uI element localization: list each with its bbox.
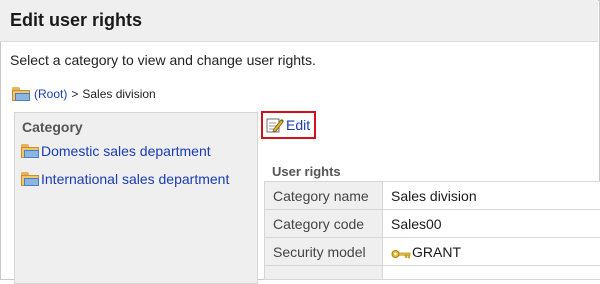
- security-model-value: GRANT: [412, 244, 461, 260]
- row-key: Category code: [265, 210, 383, 238]
- title-bar: Edit user rights: [0, 0, 598, 42]
- category-panel: Category Domestic sales department Inter…: [14, 112, 258, 284]
- edit-pencil-icon: [266, 117, 284, 133]
- row-key: Security model: [265, 238, 383, 266]
- table-row: Security model GRANT: [265, 238, 600, 266]
- folder-icon: [21, 172, 39, 186]
- folder-icon: [12, 87, 30, 101]
- breadcrumb-separator: >: [71, 87, 78, 101]
- edit-button[interactable]: Edit: [261, 111, 316, 139]
- breadcrumb-root-link[interactable]: (Root): [34, 87, 67, 101]
- row-value: Sales00: [383, 210, 600, 238]
- row-key: [265, 266, 383, 280]
- category-heading: Category: [22, 119, 83, 135]
- row-value: [383, 266, 600, 280]
- edit-label[interactable]: Edit: [286, 117, 310, 133]
- table-row: Category name Sales division: [265, 182, 600, 210]
- category-item-international-sales[interactable]: International sales department: [21, 171, 229, 187]
- page-title: Edit user rights: [10, 10, 142, 31]
- table-row: Category code Sales00: [265, 210, 600, 238]
- key-icon: [391, 247, 411, 259]
- user-rights-heading: User rights: [272, 164, 341, 179]
- row-key: Category name: [265, 182, 383, 210]
- category-item-domestic-sales[interactable]: Domestic sales department: [21, 143, 211, 159]
- page-description: Select a category to view and change use…: [10, 52, 316, 68]
- folder-icon: [21, 144, 39, 158]
- breadcrumb: (Root) > Sales division: [12, 87, 156, 101]
- category-item-label[interactable]: Domestic sales department: [41, 143, 211, 159]
- user-rights-table: Category name Sales division Category co…: [264, 181, 600, 280]
- row-value: Sales division: [383, 182, 600, 210]
- category-item-label[interactable]: International sales department: [41, 171, 229, 187]
- row-value-cell: GRANT: [383, 238, 600, 266]
- breadcrumb-current: Sales division: [82, 87, 155, 101]
- table-row-partial: [265, 266, 600, 280]
